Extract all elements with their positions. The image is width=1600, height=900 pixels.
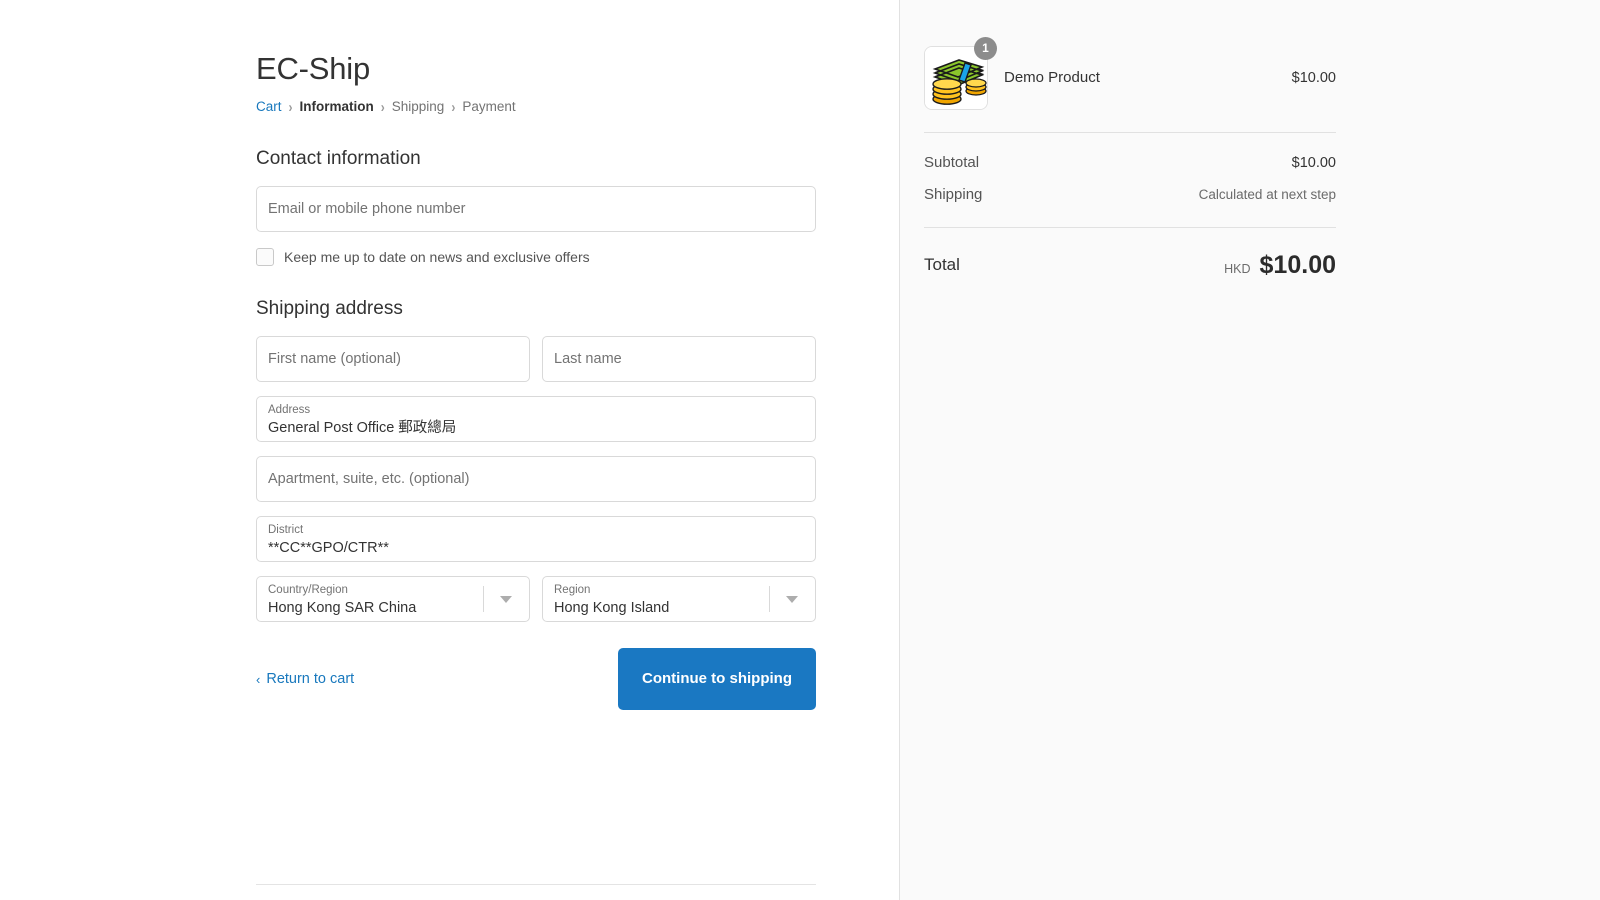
subtotal-label: Subtotal [924, 154, 980, 171]
total-label: Total [924, 255, 960, 274]
breadcrumb-item-information[interactable]: Information [300, 98, 374, 116]
first-name-placeholder: First name (optional) [268, 351, 401, 367]
page-title: EC-Ship [256, 51, 371, 86]
apartment-field[interactable]: Apartment, suite, etc. (optional) [256, 456, 816, 502]
breadcrumb-item-shipping[interactable]: Shipping [392, 98, 445, 116]
continue-to-shipping-button[interactable]: Continue to shipping [618, 648, 816, 710]
product-thumbnail-wrap: 1 [924, 37, 997, 110]
address-field[interactable]: Address General Post Office 郵政總局 [256, 396, 816, 442]
country-region-select[interactable]: Country/Region Hong Kong SAR China [256, 576, 530, 622]
order-summary-inner: 1 Demo Product $10.00 Subtotal $10.00 Sh… [924, 0, 1336, 280]
first-name-field[interactable]: First name (optional) [256, 336, 530, 382]
country-region-value: Hong Kong SAR China [268, 600, 417, 616]
country-region-label: Country/Region [268, 584, 348, 596]
shipping-label: Shipping [924, 186, 983, 203]
form-actions: ‹ Return to cart Continue to shipping [256, 648, 816, 710]
return-to-cart-link[interactable]: ‹ Return to cart [256, 670, 354, 688]
footer-divider [256, 884, 816, 885]
newsletter-checkbox[interactable] [256, 248, 274, 266]
breadcrumb-item-cart[interactable]: Cart [256, 98, 282, 116]
shipping-row: Shipping Calculated at next step [924, 179, 1336, 211]
return-to-cart-label: Return to cart [266, 671, 355, 687]
shipping-value: Calculated at next step [1198, 187, 1336, 202]
checkout-form: EC-Ship Cart › Information › Shipping › … [256, 0, 816, 710]
address-field-value: General Post Office 郵政總局 [268, 420, 457, 436]
quantity-badge: 1 [974, 37, 997, 60]
last-name-field[interactable]: Last name [542, 336, 816, 382]
order-summary-panel: 1 Demo Product $10.00 Subtotal $10.00 Sh… [899, 0, 1600, 900]
chevron-left-icon: ‹ [256, 671, 261, 687]
district-field[interactable]: District **CC**GPO/CTR** [256, 516, 816, 562]
total-amount-group: HKD $10.00 [1224, 250, 1336, 280]
product-name: Demo Product [1004, 69, 1100, 86]
name-fields-row: First name (optional) Last name [256, 336, 816, 382]
breadcrumb-item-payment[interactable]: Payment [462, 98, 515, 116]
chevron-right-icon: › [288, 98, 293, 116]
email-field-placeholder: Email or mobile phone number [268, 201, 466, 217]
shipping-address-heading: Shipping address [256, 298, 403, 319]
country-region-row: Country/Region Hong Kong SAR China Regio… [256, 576, 816, 622]
checkout-main-column: EC-Ship Cart › Information › Shipping › … [0, 0, 899, 900]
product-price: $10.00 [1291, 70, 1336, 86]
breadcrumb: Cart › Information › Shipping › Payment [256, 98, 816, 116]
total-row: Total HKD $10.00 [924, 228, 1336, 280]
chevron-down-icon[interactable] [483, 577, 529, 621]
checkout-page: EC-Ship Cart › Information › Shipping › … [0, 0, 1600, 900]
address-field-label: Address [268, 404, 311, 416]
chevron-right-icon: › [380, 98, 385, 116]
chevron-down-icon[interactable] [769, 577, 815, 621]
order-line-item: 1 Demo Product $10.00 [924, 0, 1336, 132]
newsletter-opt-in-row[interactable]: Keep me up to date on news and exclusive… [256, 248, 816, 266]
summary-rows: Subtotal $10.00 Shipping Calculated at n… [924, 133, 1336, 227]
newsletter-label: Keep me up to date on news and exclusive… [284, 249, 590, 265]
apartment-placeholder: Apartment, suite, etc. (optional) [268, 471, 470, 487]
region-value: Hong Kong Island [554, 600, 670, 616]
email-field[interactable]: Email or mobile phone number [256, 186, 816, 232]
total-value: $10.00 [1259, 251, 1336, 279]
subtotal-row: Subtotal $10.00 [924, 147, 1336, 179]
region-label: Region [554, 584, 591, 596]
district-field-label: District [268, 524, 304, 536]
total-currency: HKD [1224, 262, 1251, 276]
district-field-value: **CC**GPO/CTR** [268, 540, 389, 556]
contact-information-heading: Contact information [256, 148, 421, 169]
region-select[interactable]: Region Hong Kong Island [542, 576, 816, 622]
subtotal-value: $10.00 [1291, 155, 1336, 171]
last-name-placeholder: Last name [554, 351, 622, 367]
chevron-right-icon: › [451, 98, 456, 116]
